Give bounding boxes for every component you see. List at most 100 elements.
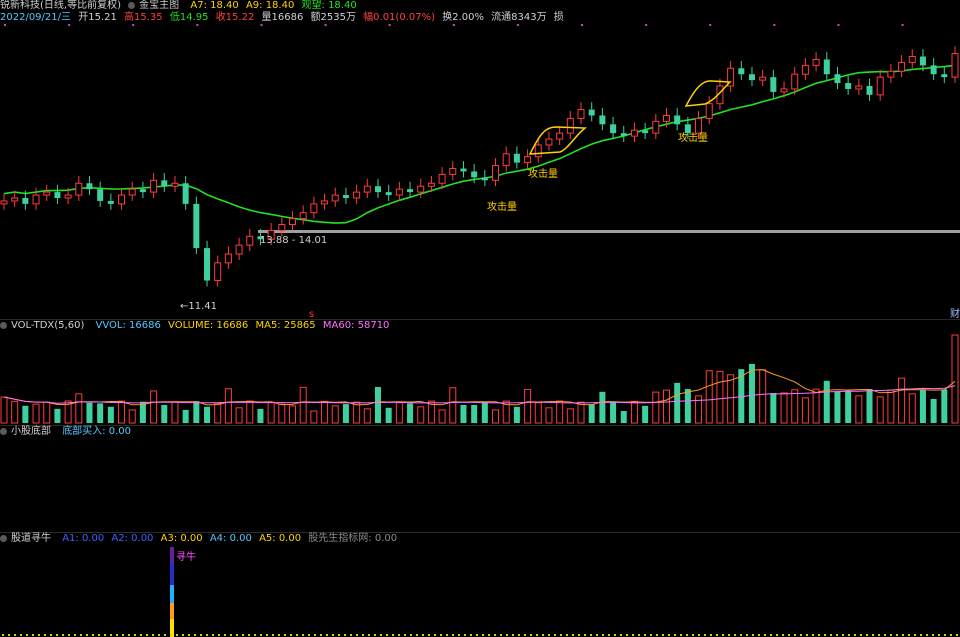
baseline-dot xyxy=(260,634,262,636)
baseline-dot xyxy=(692,634,694,636)
baseline-dot xyxy=(206,634,208,636)
baseline-dot xyxy=(446,634,448,636)
baseline-dot xyxy=(236,634,238,636)
marker-dots xyxy=(4,24,904,26)
volume-bar xyxy=(32,403,40,424)
circle-icon xyxy=(128,2,136,9)
candle-body xyxy=(395,188,403,196)
quote-turnover: 换2.00% xyxy=(442,12,484,23)
baseline-dot xyxy=(926,634,928,636)
candle-body xyxy=(235,244,243,255)
volume-bar xyxy=(823,380,830,423)
volume-bar xyxy=(620,410,627,423)
baseline-dot xyxy=(188,634,190,636)
baseline-dot xyxy=(62,634,64,636)
volume-bar xyxy=(54,408,61,423)
candle-body xyxy=(278,224,286,231)
a7-value: A7: 18.40 xyxy=(190,0,239,11)
candle-body xyxy=(204,248,211,281)
baseline-dot xyxy=(272,634,274,636)
candle-body xyxy=(630,129,638,137)
candle-body xyxy=(674,115,681,125)
marker-dot xyxy=(324,24,327,26)
candle-body xyxy=(812,58,820,66)
candle-body xyxy=(705,103,713,119)
panel2-toggle[interactable]: 小股底部 xyxy=(0,426,55,437)
volume-bar xyxy=(630,400,638,424)
attack-label-2: 攻击量 xyxy=(528,167,558,180)
quote-low: 低14.95 xyxy=(169,12,209,23)
baseline-dot xyxy=(830,634,832,636)
candle-body xyxy=(299,212,307,220)
baseline-dot xyxy=(134,634,136,636)
volume-bar xyxy=(204,406,211,423)
volume-chart[interactable] xyxy=(0,333,960,425)
candle-body xyxy=(289,218,297,226)
candle-body xyxy=(492,165,500,181)
baseline-dot xyxy=(176,634,178,636)
candle-body xyxy=(43,191,51,196)
baseline-dot xyxy=(662,634,664,636)
baseline-dot xyxy=(788,634,790,636)
baseline-dot xyxy=(470,634,472,636)
bottom-indicator-header: 小股底部 底部买入: 0.00 xyxy=(0,426,135,438)
volume-bar xyxy=(812,388,820,424)
volume-bar xyxy=(545,407,553,424)
baseline-dot xyxy=(848,634,850,636)
volume-bar xyxy=(930,398,937,423)
baseline-dot xyxy=(494,634,496,636)
baseline-dot xyxy=(278,634,280,636)
candle-body xyxy=(86,183,93,190)
candle-body xyxy=(193,203,200,249)
volume-bar xyxy=(182,409,189,423)
baseline-dot xyxy=(584,634,586,636)
baseline-dot xyxy=(896,634,898,636)
volume-bar xyxy=(662,389,670,424)
circle-icon xyxy=(0,428,7,435)
volume-bar xyxy=(577,401,585,424)
candle-body xyxy=(620,133,627,137)
baseline-dot xyxy=(680,634,682,636)
volume-value: VOLUME: 16686 xyxy=(168,320,249,331)
candlestick-chart[interactable]: ←11.41 13.88 - 14.01 攻击量 攻击量 攻击量 s 财 xyxy=(0,24,960,319)
indicator-toggle[interactable]: 金宝主图 xyxy=(128,0,183,11)
candle-body xyxy=(64,194,72,199)
marker-dot xyxy=(709,24,712,26)
candle-body xyxy=(908,56,916,63)
marker-dot xyxy=(388,24,391,26)
baseline-dot xyxy=(80,634,82,636)
baseline-dot xyxy=(554,634,556,636)
baseline-dot xyxy=(14,634,16,636)
baseline-dot xyxy=(902,634,904,636)
volume-bar xyxy=(321,400,329,424)
baseline-dot xyxy=(398,634,400,636)
candle-body xyxy=(748,74,755,81)
quote-high: 高15.35 xyxy=(124,12,163,23)
panel3-a3: A3: 0.00 xyxy=(160,533,203,544)
panel3-toggle[interactable]: 股道寻牛 xyxy=(0,533,55,544)
baseline-dot xyxy=(524,634,526,636)
baseline-dot xyxy=(956,634,958,636)
baseline-dot xyxy=(56,634,58,636)
stock-title[interactable]: 锐新科技(日线,等比前复权) xyxy=(0,0,121,11)
signal-bar-cyan xyxy=(170,585,174,603)
baseline-dot xyxy=(818,634,820,636)
baseline-dot xyxy=(728,634,730,636)
volume-bar xyxy=(588,404,595,423)
baseline-dot xyxy=(128,634,130,636)
baseline-dot xyxy=(542,634,544,636)
vol-toggle[interactable]: VOL-TDX(5,60) xyxy=(0,320,88,331)
candle-body xyxy=(545,138,553,146)
baseline-dot xyxy=(8,634,10,636)
baseline-dot xyxy=(752,634,754,636)
baseline-dot xyxy=(248,634,250,636)
baseline-dot xyxy=(44,634,46,636)
vvol-value: VVOL: 16686 xyxy=(95,320,161,331)
baseline-dot xyxy=(650,634,652,636)
baseline-dot xyxy=(944,634,946,636)
volume-bar xyxy=(0,396,8,424)
panel3-a1: A1: 0.00 xyxy=(62,533,105,544)
candle-body xyxy=(471,171,478,178)
baseline-dot xyxy=(638,634,640,636)
xunniu-chart[interactable]: 寻牛 xyxy=(0,545,960,637)
